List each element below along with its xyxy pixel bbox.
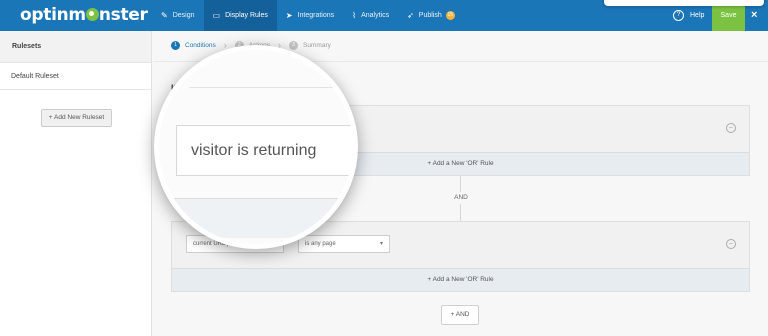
main-nav: ✎ Design ▭ Display Rules ➤ Integrations … <box>152 0 464 31</box>
nav-publish[interactable]: ➶ Publish 15 <box>398 0 464 31</box>
monster-icon <box>85 8 99 21</box>
nav-analytics-label: Analytics <box>361 12 390 19</box>
paper-plane-icon: ➤ <box>285 11 293 20</box>
sidebar-item-default-ruleset[interactable]: Default Ruleset <box>0 63 151 90</box>
and-connector-label: AND <box>443 192 479 204</box>
logo-text-end: nster <box>98 5 148 25</box>
magnified-condition-field[interactable]: visitor is returning <box>176 125 353 176</box>
publish-badge: 15 <box>445 11 455 20</box>
remove-rule-icon[interactable]: − <box>726 123 736 133</box>
step-label: Conditions <box>185 41 216 49</box>
nav-analytics[interactable]: ⌇ Analytics <box>343 0 398 31</box>
help-label: Help <box>690 12 705 19</box>
nav-integrations-label: Integrations <box>297 12 335 19</box>
nav-display-rules[interactable]: ▭ Display Rules <box>203 0 277 31</box>
top-popover <box>604 0 764 6</box>
logo-text-start: optinm <box>20 5 86 25</box>
monitor-icon: ▭ <box>212 11 221 20</box>
step-label: Summary <box>303 41 331 49</box>
rulesets-sidebar: Rulesets Default Ruleset + Add New Rules… <box>0 31 152 336</box>
add-or-rule-button[interactable]: + Add a New 'OR' Rule <box>172 268 749 291</box>
chevron-down-icon: ▾ <box>379 241 383 247</box>
close-icon[interactable]: × <box>751 9 757 21</box>
magnifier-overlay: visitor is returning <box>154 45 358 249</box>
nav-design-label: Design <box>172 12 195 19</box>
sidebar-title: Rulesets <box>0 31 151 63</box>
remove-rule-icon[interactable]: − <box>726 239 736 249</box>
add-new-ruleset-button[interactable]: + Add New Ruleset <box>41 109 112 127</box>
magnified-or-row <box>159 198 353 238</box>
magnified-divider <box>189 87 353 88</box>
rocket-icon: ➶ <box>407 11 414 20</box>
pencil-icon: ✎ <box>161 11 168 20</box>
step-number: 3 <box>289 40 299 50</box>
step-summary[interactable]: 3 Summary <box>289 40 331 50</box>
optinmonster-logo: optinm nster <box>20 5 148 25</box>
nav-integrations[interactable]: ➤ Integrations <box>277 0 343 31</box>
question-icon: ? <box>673 10 684 21</box>
operator-select-value: is any page <box>305 241 336 247</box>
nav-publish-label: Publish <box>418 12 442 19</box>
add-and-button[interactable]: + AND <box>441 305 479 325</box>
step-conditions[interactable]: 1 Conditions <box>171 40 216 50</box>
chart-icon: ⌇ <box>352 11 357 20</box>
step-number: 1 <box>171 40 180 50</box>
nav-display-rules-label: Display Rules <box>225 12 268 19</box>
nav-design[interactable]: ✎ Design <box>152 0 204 31</box>
